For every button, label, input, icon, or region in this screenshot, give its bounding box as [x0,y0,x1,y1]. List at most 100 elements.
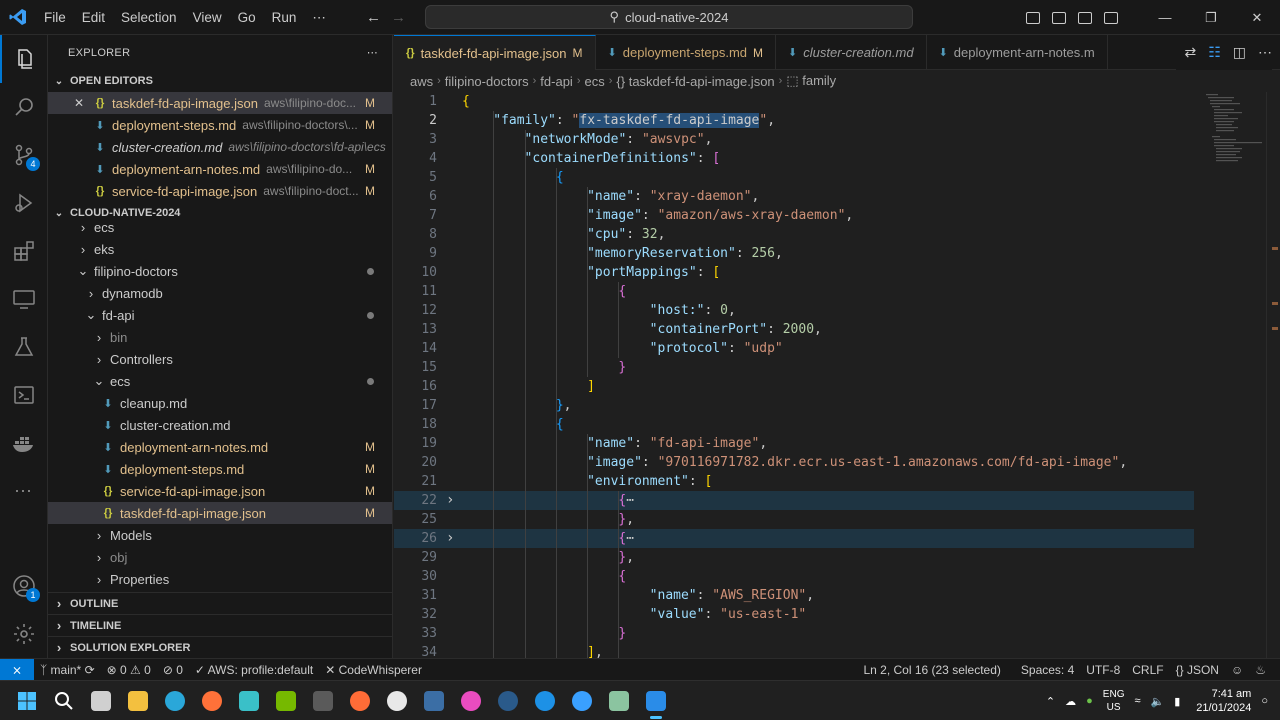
accounts-icon[interactable]: 1 [0,562,48,610]
code-line[interactable]: 8 "cpu": 32, [394,225,1194,244]
code-line[interactable]: 26 › {⋯ [394,529,1194,548]
tree-folder[interactable]: › obj [48,546,392,568]
editor-tab[interactable]: ⬇ deployment-arn-notes.m [927,35,1108,70]
problems-indicator[interactable]: ⊗ 0 ⚠ 0 [101,663,157,677]
menu-item[interactable]: ⋯ [304,0,334,35]
code-line[interactable]: 10 "portMappings": [ [394,263,1194,282]
menu-item[interactable]: Selection [113,0,185,35]
section-timeline[interactable]: › TIMELINE [48,614,392,636]
tree-folder[interactable]: › bin [48,326,392,348]
notepad-icon[interactable] [600,681,637,720]
open-editor-item[interactable]: ⬇ deployment-arn-notes.md aws\filipino-do.… [48,158,392,180]
settings-gear-icon[interactable] [0,610,48,658]
tree-file[interactable]: {} service-fd-api-image.json M [48,480,392,502]
microphone-icon[interactable]: ● [1086,695,1093,707]
tree-folder[interactable]: › Controllers [48,348,392,370]
menu-item[interactable]: Edit [74,0,113,35]
terminal-icon[interactable] [304,681,341,720]
steam-icon[interactable] [489,681,526,720]
tree-folder[interactable]: › Properties [48,568,392,590]
menu-item[interactable]: Run [264,0,305,35]
tree-file[interactable]: ⬇ deployment-steps.md M [48,458,392,480]
back-arrow-icon[interactable]: ← [366,9,381,26]
code-line[interactable]: 5{ [394,168,1194,187]
section-outline[interactable]: › OUTLINE [48,592,392,614]
editor-tab[interactable]: ⬇ deployment-steps.md M [596,35,777,70]
remote-indicator[interactable]: ⨯ [0,658,34,681]
code-line[interactable]: 21 "environment": [ [394,472,1194,491]
code-line[interactable]: 1{ [394,92,1194,111]
nvidia-icon[interactable] [267,681,304,720]
firefox-icon[interactable] [193,681,230,720]
branch-indicator[interactable]: ᛉ main* ⟳ [34,663,101,677]
store-icon[interactable] [230,681,267,720]
code-line[interactable]: 30 { [394,567,1194,586]
itunes-icon[interactable] [452,681,489,720]
close-button[interactable]: ✕ [1234,10,1280,26]
menu-item[interactable]: Go [230,0,264,35]
code-line[interactable]: 20 "image": "970116971782.dkr.ecr.us-east… [394,453,1194,472]
breadcrumb-item[interactable]: {} taskdef-fd-api-image.json [616,74,774,89]
menu-item[interactable]: File [36,0,74,35]
minimap[interactable] [1196,92,1266,172]
minimize-button[interactable]: — [1142,10,1188,25]
clock[interactable]: 7:41 am 21/01/2024 [1196,687,1251,715]
ports-indicator[interactable]: ⊘ 0 [157,663,189,677]
extensions-icon[interactable] [0,227,48,275]
code-line[interactable]: 6 "name": "xray-daemon", [394,187,1194,206]
task-view-icon[interactable] [82,681,119,720]
command-center-search[interactable]: ⚲ cloud-native-2024 [425,5,913,29]
code-line[interactable]: 16] [394,377,1194,396]
tree-folder[interactable]: › dynamodb [48,282,392,304]
code-line[interactable]: 17}, [394,396,1194,415]
code-line[interactable]: 14 "protocol": "udp" [394,339,1194,358]
aws-profile[interactable]: ✓ AWS: profile:default [189,663,319,677]
source-control-graph-icon[interactable]: ☷ [1208,44,1221,61]
breadcrumb-item[interactable]: filipino-doctors [445,74,529,89]
maximize-button[interactable]: ❐ [1188,10,1234,26]
run-debug-icon[interactable] [0,179,48,227]
cloud-icon[interactable]: ☁ [1065,695,1076,708]
file-explorer-icon[interactable] [119,681,156,720]
menu-item[interactable]: View [185,0,230,35]
vscode-icon[interactable] [637,681,674,720]
tree-file[interactable]: ⬇ cluster-creation.md [48,414,392,436]
open-editor-item[interactable]: ⬇ deployment-steps.md aws\filipino-doctors… [48,114,392,136]
breadcrumb-item[interactable]: ⬚ family [786,73,836,89]
code-line[interactable]: 34], [394,643,1194,658]
code-line[interactable]: 25}, [394,510,1194,529]
editor-tab[interactable]: {} taskdef-fd-api-image.json M [394,35,596,70]
code-line[interactable]: 15} [394,358,1194,377]
code-line[interactable]: 13 "containerPort": 2000, [394,320,1194,339]
code-line[interactable]: 31 "name": "AWS_REGION", [394,586,1194,605]
tree-file[interactable]: {} taskdef-fd-api-image.json M [48,502,392,524]
cursor-position[interactable]: Ln 2, Col 16 (23 selected) [857,663,1006,677]
fold-chevron-icon[interactable]: › [446,529,454,548]
line-ending[interactable]: CRLF [1126,663,1169,677]
search-taskbar-icon[interactable] [45,681,82,720]
open-editors-header[interactable]: ⌄ OPEN EDITORS [48,70,392,92]
more-views-icon[interactable]: ⋯ [0,467,48,515]
encoding[interactable]: UTF-8 [1080,663,1126,677]
notifications-bell-icon[interactable]: ♨ [1249,663,1272,677]
testing-icon[interactable] [0,323,48,371]
code-line[interactable]: 19 "name": "fd-api-image", [394,434,1194,453]
wifi-icon[interactable]: ≈ [1134,695,1140,707]
app-store-icon[interactable] [563,681,600,720]
code-line[interactable]: 3 "networkMode": "awsvpc", [394,130,1194,149]
volume-icon[interactable]: 🔈 [1151,695,1165,708]
compare-changes-icon[interactable]: ⇄ [1184,44,1196,61]
code-line[interactable]: 33} [394,624,1194,643]
tree-folder[interactable]: ⌄ fd-api [48,304,392,326]
remote-explorer-icon[interactable] [0,275,48,323]
postman-icon[interactable] [341,681,378,720]
breadcrumb-item[interactable]: aws [410,74,433,89]
breadcrumb-item[interactable]: ecs [585,74,605,89]
tree-folder[interactable]: › eks [48,238,392,260]
close-icon[interactable]: ✕ [74,96,84,110]
toggle-primary-sidebar-icon[interactable] [1026,11,1040,24]
breadcrumb-item[interactable]: fd-api [540,74,573,89]
code-line[interactable]: 9 "memoryReservation": 256, [394,244,1194,263]
code-line[interactable]: 29}, [394,548,1194,567]
code-line[interactable]: 18 { [394,415,1194,434]
